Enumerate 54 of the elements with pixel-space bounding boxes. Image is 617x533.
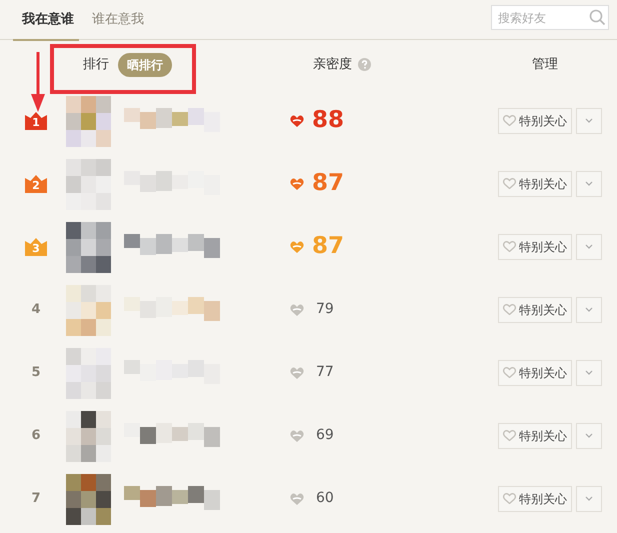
rank-number: 7 <box>31 490 41 508</box>
intimacy-header: 亲密度 <box>313 56 352 74</box>
intimacy-score: 87 <box>312 169 344 198</box>
rank-header: 排行 <box>83 56 109 74</box>
help-icon[interactable] <box>358 58 371 71</box>
heart-icon <box>290 366 304 378</box>
heart-icon <box>290 430 304 442</box>
caret-icon <box>585 370 593 375</box>
search-field[interactable]: 搜索好友 <box>491 5 609 30</box>
rank-number: 3 <box>31 242 41 256</box>
manage-header: 管理 <box>532 56 558 74</box>
dropdown-button[interactable] <box>576 108 602 134</box>
intimacy-score: 69 <box>315 426 334 445</box>
heart-outline-icon <box>503 430 516 441</box>
heart-outline-icon <box>503 241 516 252</box>
annotation-arrow <box>30 52 46 112</box>
dropdown-button[interactable] <box>576 296 602 322</box>
caret-icon <box>585 118 593 123</box>
intimacy-score: 77 <box>315 363 334 382</box>
tab[interactable]: 我在意谁 <box>13 0 83 40</box>
heart-outline-icon <box>503 178 516 189</box>
heart-icon <box>290 304 304 316</box>
search-icon[interactable] <box>589 9 606 26</box>
special-care-button[interactable]: 特别关心 <box>498 360 572 386</box>
heart-outline-icon <box>503 493 516 504</box>
heart-outline-icon <box>503 304 516 315</box>
caret-icon <box>585 307 593 312</box>
dropdown-button[interactable] <box>576 170 602 196</box>
heart-icon <box>290 492 304 504</box>
dropdown-button[interactable] <box>576 422 602 448</box>
intimacy-score: 88 <box>312 106 344 136</box>
dropdown-button[interactable] <box>576 360 602 386</box>
heart-outline-icon <box>503 115 516 126</box>
heart-outline-icon <box>503 367 516 378</box>
special-care-button[interactable]: 特别关心 <box>498 296 572 322</box>
caret-icon <box>585 433 593 438</box>
caret-icon <box>585 244 593 249</box>
rank-number: 5 <box>31 364 41 382</box>
dropdown-button[interactable] <box>576 234 602 260</box>
rank-number: 4 <box>31 300 41 319</box>
rank-number: 6 <box>31 426 41 445</box>
caret-icon <box>585 496 593 501</box>
intimacy-score: 60 <box>315 489 334 508</box>
caret-icon <box>585 181 593 186</box>
special-care-button[interactable]: 特别关心 <box>498 170 572 196</box>
intimacy-score: 87 <box>312 232 344 262</box>
rank-number: 1 <box>31 116 41 130</box>
special-care-button[interactable]: 特别关心 <box>498 234 572 260</box>
intimacy-score: 79 <box>315 300 334 319</box>
special-care-button[interactable]: 特别关心 <box>498 486 572 512</box>
special-care-button[interactable]: 特别关心 <box>498 108 572 134</box>
rank-number: 2 <box>31 178 41 192</box>
special-care-button[interactable]: 特别关心 <box>498 422 572 448</box>
dropdown-button[interactable] <box>576 486 602 512</box>
